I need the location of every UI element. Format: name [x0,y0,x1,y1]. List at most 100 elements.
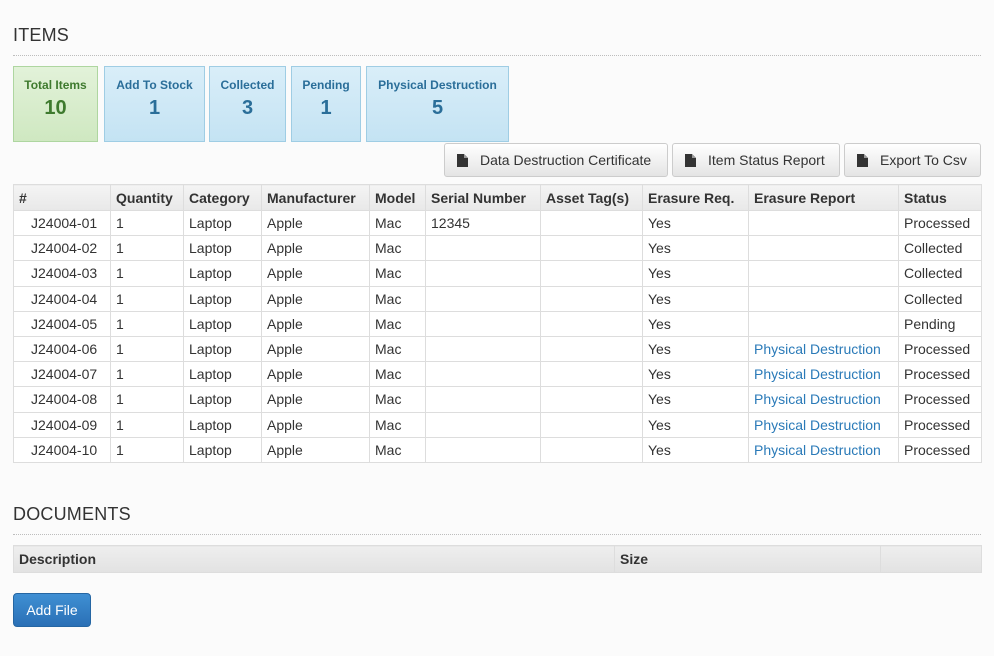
erasure-report-link[interactable]: Physical Destruction [754,417,881,433]
erasure-report-link[interactable]: Physical Destruction [754,341,881,357]
column-header-description[interactable]: Description [13,545,615,573]
table-row: J24004-04 1 Laptop Apple Mac Yes Collected [13,285,982,312]
item-manufacturer: Apple [261,310,370,337]
item-category: Laptop [183,436,262,463]
item-status: Processed [898,411,982,438]
item-quantity: 1 [110,361,184,388]
item-model: Mac [369,411,426,438]
item-category: Laptop [183,361,262,388]
column-header-size[interactable]: Size [614,545,881,573]
item-quantity: 1 [110,335,184,363]
stat-value: 10 [44,97,67,119]
stat-label: Collected [220,78,275,92]
column-header-category[interactable]: Category [183,184,262,211]
item-erasure-report [748,285,899,312]
column-header-status[interactable]: Status [898,184,982,211]
item-model: Mac [369,235,426,262]
table-row: J24004-01 1 Laptop Apple Mac 12345 Yes Processe… [13,209,982,237]
item-asset-tag [540,386,643,413]
item-quantity: 1 [110,411,184,438]
item-erasure-required: Yes [642,411,749,438]
item-asset-tag [540,335,643,363]
column-header-serial-number[interactable]: Serial Number [425,184,541,211]
erasure-report-link[interactable]: Physical Destruction [754,442,881,458]
item-quantity: 1 [110,260,184,287]
file-icon [457,153,468,167]
item-asset-tag [540,436,643,463]
item-serial-number [425,335,541,363]
column-header-manufacturer[interactable]: Manufacturer [261,184,370,211]
stat-collected[interactable]: Collected 3 [209,66,286,142]
item-ref: J24004-10 [13,436,111,463]
item-manufacturer: Apple [261,361,370,388]
stat-label: Physical Destruction [378,78,497,92]
item-quantity: 1 [110,209,184,237]
item-ref: J24004-04 [13,285,111,312]
item-category: Laptop [183,386,262,413]
button-label: Item Status Report [708,152,825,168]
table-header-row: Description Size [13,545,982,573]
stat-pending[interactable]: Pending 1 [291,66,361,142]
item-asset-tag [540,285,643,312]
item-status: Collected [898,235,982,262]
stat-label: Pending [302,78,350,92]
item-manufacturer: Apple [261,386,370,413]
table-row: J24004-07 1 Laptop Apple Mac Yes Physical Dest… [13,361,982,388]
item-asset-tag [540,310,643,337]
item-quantity: 1 [110,285,184,312]
item-erasure-report [748,310,899,337]
column-header-asset-tags[interactable]: Asset Tag(s) [540,184,643,211]
add-file-button[interactable]: Add File [13,593,91,627]
item-erasure-required: Yes [642,310,749,337]
button-label: Export To Csv [880,152,967,168]
data-destruction-certificate-button[interactable]: Data Destruction Certificate [444,143,668,177]
column-header-ref[interactable]: # [13,184,111,211]
item-model: Mac [369,260,426,287]
documents-table: Description Size [13,545,982,573]
item-status: Processed [898,335,982,363]
item-erasure-required: Yes [642,235,749,262]
file-icon [857,153,868,167]
item-serial-number [425,310,541,337]
item-erasure-report: Physical Destruction [748,335,899,363]
item-asset-tag [540,361,643,388]
items-section-divider [13,55,981,56]
table-row: J24004-08 1 Laptop Apple Mac Yes Physical Dest… [13,386,982,413]
table-row: J24004-10 1 Laptop Apple Mac Yes Physical Dest… [13,436,982,463]
item-erasure-report: Physical Destruction [748,386,899,413]
item-model: Mac [369,386,426,413]
table-row: J24004-05 1 Laptop Apple Mac Yes Pending [13,310,982,337]
stat-add-to-stock[interactable]: Add To Stock 1 [104,66,205,142]
erasure-report-link[interactable]: Physical Destruction [754,391,881,407]
stat-physical-destruction[interactable]: Physical Destruction 5 [366,66,509,142]
item-model: Mac [369,285,426,312]
item-manufacturer: Apple [261,436,370,463]
item-ref: J24004-08 [13,386,111,413]
item-status-report-button[interactable]: Item Status Report [672,143,840,177]
item-status: Processed [898,436,982,463]
table-row: J24004-09 1 Laptop Apple Mac Yes Physical Dest… [13,411,982,438]
column-header-quantity[interactable]: Quantity [110,184,184,211]
item-erasure-report: Physical Destruction [748,411,899,438]
table-header-row: # Quantity Category Manufacturer Model S… [13,184,982,211]
item-model: Mac [369,209,426,237]
item-serial-number [425,235,541,262]
export-to-csv-button[interactable]: Export To Csv [844,143,981,177]
item-serial-number [425,361,541,388]
column-header-erasure-report[interactable]: Erasure Report [748,184,899,211]
items-section-title: ITEMS [13,25,70,45]
item-serial-number [425,436,541,463]
item-erasure-required: Yes [642,285,749,312]
stat-label: Add To Stock [116,78,193,92]
stat-value: 3 [241,97,254,119]
item-status: Processed [898,209,982,237]
column-header-erasure-req[interactable]: Erasure Req. [642,184,749,211]
item-ref: J24004-09 [13,411,111,438]
item-ref: J24004-06 [13,335,111,363]
item-ref: J24004-01 [13,209,111,237]
erasure-report-link[interactable]: Physical Destruction [754,366,881,382]
item-erasure-report [748,235,899,262]
column-header-model[interactable]: Model [369,184,426,211]
item-erasure-report [748,209,899,237]
item-erasure-required: Yes [642,335,749,363]
